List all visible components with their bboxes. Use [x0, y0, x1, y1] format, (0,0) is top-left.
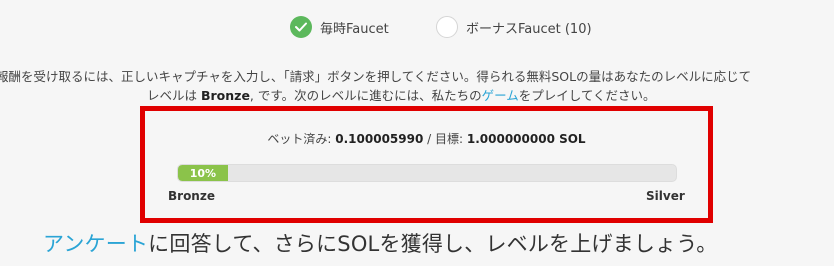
survey-text: に回答して、さらにSOLを獲得し、レベルを上げましょう。 [148, 232, 718, 256]
level-progress-bar: 10% [177, 164, 677, 182]
bet-separator: / [423, 132, 435, 146]
level-middle-text: , です。次のレベルに進むには、私たちの [249, 88, 482, 103]
level-suffix: をプレイしてください。 [518, 88, 656, 103]
survey-link[interactable]: アンケート [43, 232, 148, 256]
level-progress-fill: 10% [178, 165, 228, 181]
next-level-label: Silver [646, 189, 685, 203]
faucet-tabs: 毎時Faucet ボーナスFaucet (10) [0, 16, 834, 42]
checkmark-icon [290, 16, 312, 38]
target-value: 1.000000000 SOL [466, 132, 586, 146]
target-label: 目標: [435, 132, 467, 146]
bet-value: 0.100005990 [335, 132, 424, 146]
tab-bonus-label: ボーナスFaucet (10) [466, 21, 592, 37]
description-line-1: 報酬を受け取るには、正しいキャプチャを入力し、「請求」ボタンを押してください。得… [0, 69, 752, 84]
bet-summary: ベット済み: 0.100005990 / 目標: 1.000000000 SOL [145, 130, 708, 147]
game-link[interactable]: ゲーム [482, 88, 519, 103]
tab-hourly-label: 毎時Faucet [320, 21, 389, 37]
level-progress-panel: ベット済み: 0.100005990 / 目標: 1.000000000 SOL… [140, 106, 713, 223]
level-prefix: レベルは [147, 88, 201, 103]
bet-label: ベット済み: [267, 132, 336, 146]
radio-empty-icon [436, 16, 458, 38]
survey-promo: アンケートに回答して、さらにSOLを獲得し、レベルを上げましょう。 [43, 228, 717, 258]
current-level-label: Bronze [168, 189, 215, 203]
current-level: Bronze [200, 88, 250, 103]
tab-bonus-faucet[interactable]: ボーナスFaucet (10) [436, 16, 592, 38]
tab-hourly-faucet[interactable]: 毎時Faucet [290, 16, 389, 38]
description-line-2: レベルは Bronze, です。次のレベルに進むには、私たちのゲームをプレイして… [147, 86, 656, 105]
